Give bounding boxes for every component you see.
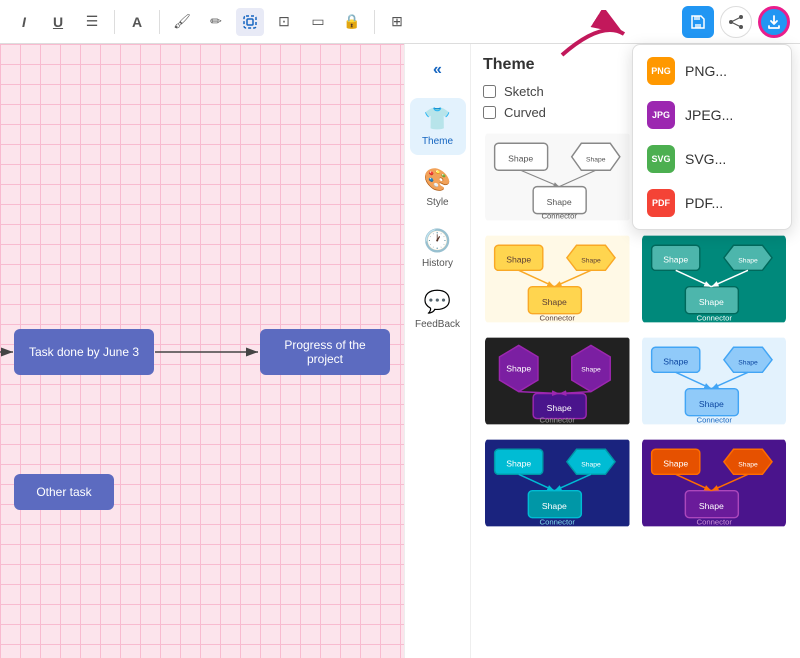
feedback-icon: 💬	[424, 289, 451, 315]
svg-text:Shape: Shape	[738, 462, 758, 469]
text-btn[interactable]: A	[123, 8, 151, 36]
select-btn[interactable]	[236, 8, 264, 36]
export-png-label: PNG...	[685, 63, 727, 79]
svg-text:Shape: Shape	[663, 357, 688, 367]
svg-text:Shape: Shape	[547, 403, 572, 413]
svg-text:Shape: Shape	[698, 501, 723, 511]
sidebar-collapse-btn[interactable]: «	[422, 54, 454, 86]
svg-text:Connector: Connector	[696, 313, 732, 322]
svg-text:Connector: Connector	[696, 517, 732, 526]
svg-text:Shape: Shape	[506, 363, 531, 373]
svg-text:Shape: Shape	[506, 459, 531, 469]
sketch-checkbox[interactable]	[483, 85, 496, 98]
italic-btn[interactable]: I	[10, 8, 38, 36]
jpeg-icon: JPG	[647, 101, 675, 129]
curved-label[interactable]: Curved	[504, 105, 546, 120]
svg-text:Shape: Shape	[506, 255, 531, 265]
sep1	[114, 10, 115, 34]
style-icon: 🎨	[424, 167, 451, 193]
svg-text:Shape: Shape	[581, 462, 601, 469]
lock-btn[interactable]: 🔒	[338, 8, 366, 36]
sidebar-history-label: History	[422, 258, 453, 269]
svg-text:Shape: Shape	[542, 297, 567, 307]
export-jpeg-label: JPEG...	[685, 107, 733, 123]
node-task-done[interactable]: Task done by June 3	[14, 329, 154, 375]
save-button[interactable]	[682, 6, 714, 38]
export-jpeg-item[interactable]: JPG JPEG...	[633, 93, 791, 137]
sidebar-item-style[interactable]: 🎨 Style	[410, 159, 466, 216]
export-button[interactable]	[758, 6, 790, 38]
export-png-item[interactable]: PNG PNG...	[633, 49, 791, 93]
theme-card-dark[interactable]: Shape Shape Shape Connector	[483, 334, 632, 428]
svg-text:Shape: Shape	[698, 399, 723, 409]
rect-btn[interactable]: ▭	[304, 8, 332, 36]
svg-text:Shape: Shape	[663, 459, 688, 469]
export-svg-label: SVG...	[685, 151, 726, 167]
png-icon: PNG	[647, 57, 675, 85]
sidebar-style-label: Style	[426, 197, 448, 208]
theme-card-yellow[interactable]: Shape Shape Shape Connector	[483, 232, 632, 326]
svg-text:Shape: Shape	[581, 366, 601, 373]
svg-text:Shape: Shape	[542, 501, 567, 511]
svg-text:Connector: Connector	[696, 415, 732, 424]
grid-btn[interactable]: ⊞	[383, 8, 411, 36]
svg-text:Connector: Connector	[541, 211, 577, 220]
export-pdf-item[interactable]: PDF PDF...	[633, 181, 791, 225]
theme-card-purple[interactable]: Shape Shape Shape Connector	[640, 436, 789, 530]
svg-text:Shape: Shape	[586, 157, 606, 164]
toolbar: I U ☰ A 🖌 ✏ ⊡ ▭ 🔒 ⊞	[0, 0, 800, 44]
sidebar-item-history[interactable]: 🕐 History	[410, 220, 466, 277]
sidebar: « 👕 Theme 🎨 Style 🕐 History 💬 FeedBack	[404, 44, 470, 658]
sidebar-theme-label: Theme	[422, 136, 453, 147]
svg-text:Shape: Shape	[738, 360, 758, 367]
underline-btn[interactable]: U	[44, 8, 72, 36]
export-dropdown: PNG PNG... JPG JPEG... SVG SVG... PDF PD…	[632, 44, 792, 230]
svg-text:Connector: Connector	[540, 415, 576, 424]
svg-text:Shape: Shape	[698, 297, 723, 307]
svg-text:Shape: Shape	[581, 258, 601, 265]
theme-card-blue-light[interactable]: Shape Shape Shape Connector	[640, 334, 789, 428]
sidebar-item-theme[interactable]: 👕 Theme	[410, 98, 466, 155]
sidebar-feedback-label: FeedBack	[415, 319, 460, 330]
theme-card-navy-teal[interactable]: Shape Shape Shape Connector	[483, 436, 632, 530]
curved-checkbox[interactable]	[483, 106, 496, 119]
export-pdf-label: PDF...	[685, 195, 723, 211]
toolbar-right	[682, 6, 790, 38]
sidebar-item-feedback[interactable]: 💬 FeedBack	[410, 281, 466, 338]
crop-btn[interactable]: ⊡	[270, 8, 298, 36]
sep2	[159, 10, 160, 34]
svg-icon: SVG	[647, 145, 675, 173]
svg-text:Connector: Connector	[540, 313, 576, 322]
svg-text:Shape: Shape	[547, 197, 572, 207]
svg-text:Shape: Shape	[508, 154, 533, 164]
history-icon: 🕐	[424, 228, 451, 254]
export-svg-item[interactable]: SVG SVG...	[633, 137, 791, 181]
canvas[interactable]: Task done by June 3 Progress of the proj…	[0, 44, 404, 658]
sep3	[374, 10, 375, 34]
svg-text:Shape: Shape	[738, 258, 758, 265]
svg-text:Shape: Shape	[663, 255, 688, 265]
node-other-task[interactable]: Other task	[14, 474, 114, 510]
node-progress[interactable]: Progress of the project	[260, 329, 390, 375]
svg-text:Connector: Connector	[540, 517, 576, 526]
pdf-icon: PDF	[647, 189, 675, 217]
list-btn[interactable]: ☰	[78, 8, 106, 36]
sketch-label[interactable]: Sketch	[504, 84, 544, 99]
theme-icon: 👕	[424, 106, 451, 132]
theme-card-teal[interactable]: Shape Shape Shape Connector	[640, 232, 789, 326]
pencil-btn[interactable]: ✏	[202, 8, 230, 36]
theme-card-default[interactable]: Shape Shape Shape Connector	[483, 130, 632, 224]
share-button[interactable]	[720, 6, 752, 38]
brush-btn[interactable]: 🖌	[168, 8, 196, 36]
